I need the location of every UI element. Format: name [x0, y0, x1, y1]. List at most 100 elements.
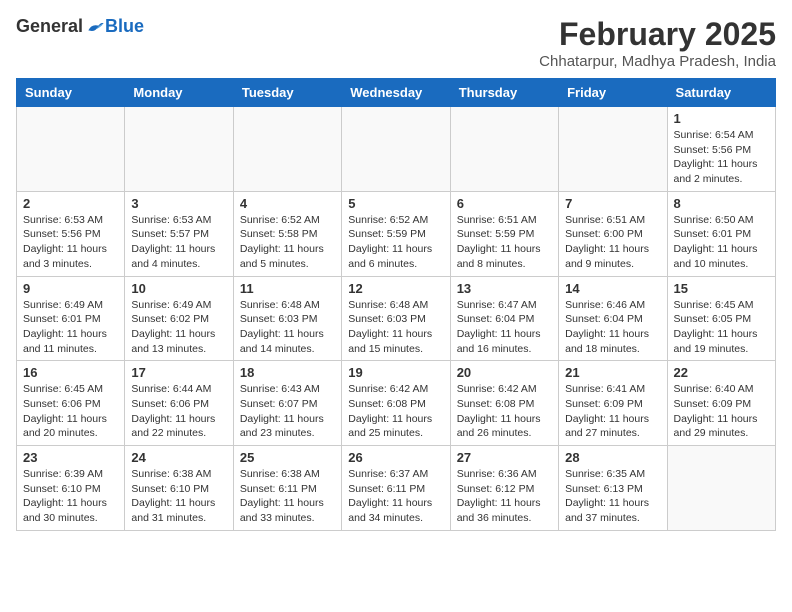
day-number: 25 [240, 450, 335, 465]
day-info: Sunrise: 6:45 AM Sunset: 6:05 PM Dayligh… [674, 298, 769, 357]
calendar-cell [667, 446, 775, 531]
day-number: 13 [457, 281, 552, 296]
calendar-cell: 26 Sunrise: 6:37 AM Sunset: 6:11 PM Dayli… [342, 446, 450, 531]
calendar-cell: 6 Sunrise: 6:51 AM Sunset: 5:59 PM Daylig… [450, 191, 558, 276]
day-info: Sunrise: 6:36 AM Sunset: 6:12 PM Dayligh… [457, 467, 552, 526]
day-number: 23 [23, 450, 118, 465]
calendar-cell: 18 Sunrise: 6:43 AM Sunset: 6:07 PM Dayli… [233, 361, 341, 446]
day-info: Sunrise: 6:45 AM Sunset: 6:06 PM Dayligh… [23, 382, 118, 441]
calendar-cell: 25Sunrise: 6:38 AM Sunset: 6:11 PM Dayli… [233, 446, 341, 531]
day-number: 1 [674, 111, 769, 126]
weekday-header-row: SundayMondayTuesdayWednesdayThursdayFrid… [17, 79, 776, 107]
day-info: Sunrise: 6:38 AM Sunset: 6:10 PM Dayligh… [131, 467, 226, 526]
day-number: 21 [565, 365, 660, 380]
weekday-header-friday: Friday [559, 79, 667, 107]
logo-general-text: General [16, 16, 83, 37]
day-info: Sunrise: 6:39 AM Sunset: 6:10 PM Dayligh… [23, 467, 118, 526]
logo-bird-icon [85, 17, 105, 37]
calendar-cell: 21 Sunrise: 6:41 AM Sunset: 6:09 PM Dayli… [559, 361, 667, 446]
day-info: Sunrise: 6:49 AM Sunset: 6:01 PM Dayligh… [23, 298, 118, 357]
calendar-cell [233, 107, 341, 192]
calendar-cell: 9 Sunrise: 6:49 AM Sunset: 6:01 PM Daylig… [17, 276, 125, 361]
weekday-header-saturday: Saturday [667, 79, 775, 107]
day-number: 9 [23, 281, 118, 296]
logo-blue-text: Blue [105, 16, 144, 37]
day-number: 2 [23, 196, 118, 211]
day-number: 27 [457, 450, 552, 465]
day-info: Sunrise: 6:44 AM Sunset: 6:06 PM Dayligh… [131, 382, 226, 441]
day-number: 6 [457, 196, 552, 211]
month-year: February 2025 [539, 16, 776, 53]
day-info: Sunrise: 6:53 AM Sunset: 5:56 PM Dayligh… [23, 213, 118, 272]
day-info: Sunrise: 6:43 AM Sunset: 6:07 PM Dayligh… [240, 382, 335, 441]
calendar-cell: 11 Sunrise: 6:48 AM Sunset: 6:03 PM Dayli… [233, 276, 341, 361]
calendar-week-row: 16 Sunrise: 6:45 AM Sunset: 6:06 PM Dayli… [17, 361, 776, 446]
day-info: Sunrise: 6:48 AM Sunset: 6:03 PM Dayligh… [348, 298, 443, 357]
weekday-header-tuesday: Tuesday [233, 79, 341, 107]
day-info: Sunrise: 6:51 AM Sunset: 6:00 PM Dayligh… [565, 213, 660, 272]
day-info: Sunrise: 6:49 AM Sunset: 6:02 PM Dayligh… [131, 298, 226, 357]
day-number: 17 [131, 365, 226, 380]
day-number: 16 [23, 365, 118, 380]
calendar-cell: 17 Sunrise: 6:44 AM Sunset: 6:06 PM Dayli… [125, 361, 233, 446]
calendar-week-row: 9 Sunrise: 6:49 AM Sunset: 6:01 PM Daylig… [17, 276, 776, 361]
day-info: Sunrise: 6:42 AM Sunset: 6:08 PM Dayligh… [348, 382, 443, 441]
calendar-cell: 22Sunrise: 6:40 AM Sunset: 6:09 PM Dayli… [667, 361, 775, 446]
calendar-cell: 10 Sunrise: 6:49 AM Sunset: 6:02 PM Dayli… [125, 276, 233, 361]
calendar-cell: 15 Sunrise: 6:45 AM Sunset: 6:05 PM Dayli… [667, 276, 775, 361]
day-number: 22 [674, 365, 769, 380]
calendar-cell: 12 Sunrise: 6:48 AM Sunset: 6:03 PM Dayli… [342, 276, 450, 361]
day-info: Sunrise: 6:35 AM Sunset: 6:13 PM Dayligh… [565, 467, 660, 526]
logo: General Blue [16, 16, 144, 37]
day-info: Sunrise: 6:52 AM Sunset: 5:58 PM Dayligh… [240, 213, 335, 272]
day-number: 19 [348, 365, 443, 380]
weekday-header-sunday: Sunday [17, 79, 125, 107]
calendar-week-row: 23 Sunrise: 6:39 AM Sunset: 6:10 PM Dayli… [17, 446, 776, 531]
day-number: 24 [131, 450, 226, 465]
calendar-cell: 19 Sunrise: 6:42 AM Sunset: 6:08 PM Dayli… [342, 361, 450, 446]
day-info: Sunrise: 6:41 AM Sunset: 6:09 PM Dayligh… [565, 382, 660, 441]
calendar-table: SundayMondayTuesdayWednesdayThursdayFrid… [16, 78, 776, 531]
day-number: 3 [131, 196, 226, 211]
day-number: 26 [348, 450, 443, 465]
calendar-week-row: 2 Sunrise: 6:53 AM Sunset: 5:56 PM Daylig… [17, 191, 776, 276]
day-number: 8 [674, 196, 769, 211]
day-number: 20 [457, 365, 552, 380]
calendar-cell: 13 Sunrise: 6:47 AM Sunset: 6:04 PM Dayli… [450, 276, 558, 361]
day-number: 18 [240, 365, 335, 380]
day-number: 12 [348, 281, 443, 296]
day-number: 28 [565, 450, 660, 465]
day-number: 15 [674, 281, 769, 296]
weekday-header-wednesday: Wednesday [342, 79, 450, 107]
calendar-cell: 4 Sunrise: 6:52 AM Sunset: 5:58 PM Daylig… [233, 191, 341, 276]
calendar-cell: 5Sunrise: 6:52 AM Sunset: 5:59 PM Daylig… [342, 191, 450, 276]
calendar-cell: 7 Sunrise: 6:51 AM Sunset: 6:00 PM Daylig… [559, 191, 667, 276]
page-header: General Blue February 2025 Chhatarpur, M… [16, 16, 776, 70]
day-info: Sunrise: 6:47 AM Sunset: 6:04 PM Dayligh… [457, 298, 552, 357]
day-number: 4 [240, 196, 335, 211]
calendar-cell: 27 Sunrise: 6:36 AM Sunset: 6:12 PM Dayli… [450, 446, 558, 531]
title-block: February 2025 Chhatarpur, Madhya Pradesh… [539, 16, 776, 70]
calendar-cell: 28 Sunrise: 6:35 AM Sunset: 6:13 PM Dayli… [559, 446, 667, 531]
calendar-cell [342, 107, 450, 192]
calendar-cell [559, 107, 667, 192]
day-number: 14 [565, 281, 660, 296]
calendar-cell: 8Sunrise: 6:50 AM Sunset: 6:01 PM Daylig… [667, 191, 775, 276]
day-info: Sunrise: 6:48 AM Sunset: 6:03 PM Dayligh… [240, 298, 335, 357]
calendar-cell [17, 107, 125, 192]
weekday-header-monday: Monday [125, 79, 233, 107]
calendar-cell: 24 Sunrise: 6:38 AM Sunset: 6:10 PM Dayli… [125, 446, 233, 531]
day-info: Sunrise: 6:51 AM Sunset: 5:59 PM Dayligh… [457, 213, 552, 272]
calendar-cell: 14Sunrise: 6:46 AM Sunset: 6:04 PM Dayli… [559, 276, 667, 361]
day-number: 10 [131, 281, 226, 296]
day-info: Sunrise: 6:52 AM Sunset: 5:59 PM Dayligh… [348, 213, 443, 272]
day-info: Sunrise: 6:42 AM Sunset: 6:08 PM Dayligh… [457, 382, 552, 441]
weekday-header-thursday: Thursday [450, 79, 558, 107]
calendar-cell [450, 107, 558, 192]
calendar-cell: 1Sunrise: 6:54 AM Sunset: 5:56 PM Daylig… [667, 107, 775, 192]
day-info: Sunrise: 6:37 AM Sunset: 6:11 PM Dayligh… [348, 467, 443, 526]
day-number: 11 [240, 281, 335, 296]
calendar-cell: 3Sunrise: 6:53 AM Sunset: 5:57 PM Daylig… [125, 191, 233, 276]
calendar-cell: 16 Sunrise: 6:45 AM Sunset: 6:06 PM Dayli… [17, 361, 125, 446]
day-number: 7 [565, 196, 660, 211]
